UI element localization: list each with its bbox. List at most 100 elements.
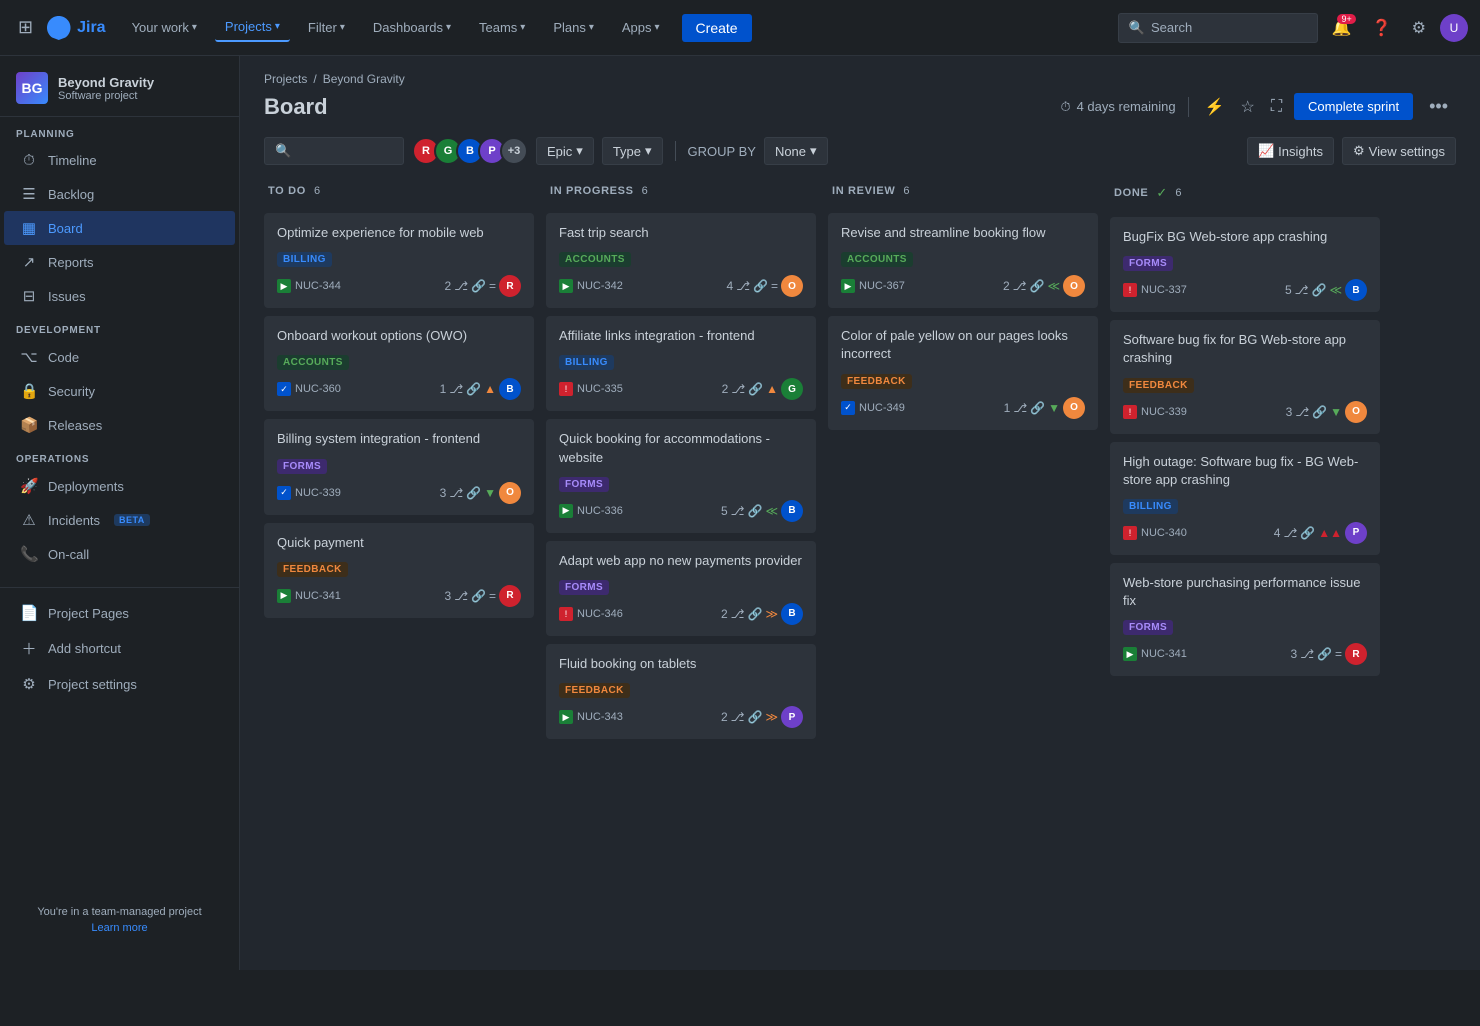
card-num: 2 (721, 710, 728, 724)
sidebar-item-issues[interactable]: ⊟ Issues (4, 279, 235, 313)
groupby-button[interactable]: None ▾ (764, 137, 828, 165)
sidebar-item-reports[interactable]: ↗ Reports (4, 245, 235, 279)
card-id-wrap: ▶ NUC-336 (559, 504, 717, 518)
card-NUC-341[interactable]: Web-store purchasing performance issue f… (1110, 563, 1380, 676)
card-icons-row: 5 ⎇ 🔗 ≪ B (721, 500, 803, 522)
board-column-done: DONE ✓ 6 BugFix BG Web-store app crashin… (1110, 177, 1380, 954)
create-button[interactable]: Create (682, 14, 752, 42)
sidebar-item-code[interactable]: ⌥ Code (4, 340, 235, 374)
card-NUC-339[interactable]: Software bug fix for BG Web-store app cr… (1110, 320, 1380, 433)
nav-apps[interactable]: Apps ▾ (612, 14, 670, 41)
column-count: 6 (903, 185, 909, 197)
card-NUC-367[interactable]: Revise and streamline booking flow ACCOU… (828, 213, 1098, 308)
board-search-input[interactable] (297, 144, 393, 159)
board-search-box[interactable]: 🔍 (264, 137, 404, 165)
card-id: NUC-339 (1141, 406, 1187, 418)
grid-icon[interactable]: ⊞ (12, 11, 39, 44)
card-num: 2 (722, 382, 729, 396)
card-title: Affiliate links integration - frontend (559, 327, 803, 345)
card-type-icon: ! (1123, 526, 1137, 540)
chevron-down-icon: ▾ (655, 22, 660, 33)
card-title: Color of pale yellow on our pages looks … (841, 327, 1085, 363)
card-NUC-343[interactable]: Fluid booking on tablets FEEDBACK ▶ NUC-… (546, 644, 816, 739)
sidebar-item-backlog[interactable]: ☰ Backlog (4, 177, 235, 211)
card-tag: BILLING (559, 355, 614, 370)
card-icons-row: 2 ⎇ 🔗 ≫ P (721, 706, 803, 728)
card-NUC-336[interactable]: Quick booking for accommodations - websi… (546, 419, 816, 532)
priority-icon: = (771, 279, 778, 293)
sidebar-item-project-settings[interactable]: ⚙ Project settings (4, 667, 235, 701)
sidebar-item-add-shortcut[interactable]: ＋ Add shortcut (4, 630, 235, 667)
card-NUC-337[interactable]: BugFix BG Web-store app crashing FORMS !… (1110, 217, 1380, 312)
epic-filter-button[interactable]: Epic ▾ (536, 137, 594, 165)
card-icons-row: 3 ⎇ 🔗 ▼ O (440, 482, 521, 504)
card-NUC-346[interactable]: Adapt web app no new payments provider F… (546, 541, 816, 636)
sidebar-item-on-call[interactable]: 📞 On-call (4, 537, 235, 571)
branch-icon: ⎇ (731, 710, 745, 724)
column-header-inreview: IN REVIEW 6 (828, 177, 1098, 205)
nav-teams[interactable]: Teams ▾ (469, 14, 535, 41)
logo[interactable]: Jira (47, 16, 105, 40)
sidebar-item-security[interactable]: 🔒 Security (4, 374, 235, 408)
insights-button[interactable]: 📈 Insights (1247, 137, 1334, 165)
sidebar-item-project-pages[interactable]: 📄 Project Pages (4, 596, 235, 630)
lightning-icon[interactable]: ⚡ (1201, 93, 1229, 121)
sidebar-item-timeline[interactable]: ⏱ Timeline (4, 144, 235, 177)
card-NUC-342[interactable]: Fast trip search ACCOUNTS ▶ NUC-342 4 ⎇ … (546, 213, 816, 308)
card-NUC-344[interactable]: Optimize experience for mobile web BILLI… (264, 213, 534, 308)
board-column-inprogress: IN PROGRESS 6 Fast trip search ACCOUNTS … (546, 177, 816, 954)
project-info: Beyond Gravity Software project (58, 75, 154, 102)
card-title: Revise and streamline booking flow (841, 224, 1085, 242)
branch-icon: ⎇ (449, 382, 463, 396)
card-NUC-335[interactable]: Affiliate links integration - frontend B… (546, 316, 816, 411)
more-options-button[interactable]: ••• (1421, 92, 1456, 121)
card-num: 5 (1285, 283, 1292, 297)
breadcrumb-project[interactable]: Beyond Gravity (323, 72, 405, 86)
member-avatar-more[interactable]: +3 (500, 137, 528, 165)
sidebar-item-releases[interactable]: 📦 Releases (4, 408, 235, 442)
groupby-label: GROUP BY (688, 144, 756, 159)
help-button[interactable]: ❓ (1366, 12, 1398, 44)
card-id: NUC-360 (295, 383, 341, 395)
nav-dashboards[interactable]: Dashboards ▾ (363, 14, 461, 41)
nav-filter[interactable]: Filter ▾ (298, 14, 355, 41)
card-id: NUC-346 (577, 608, 623, 620)
sidebar-item-incidents[interactable]: ⚠ Incidents BETA (4, 503, 235, 537)
card-tag: BILLING (1123, 499, 1178, 514)
breadcrumb-projects[interactable]: Projects (264, 72, 307, 86)
chevron-down-icon: ▾ (810, 143, 817, 159)
card-NUC-341[interactable]: Quick payment FEEDBACK ▶ NUC-341 3 ⎇ 🔗 =… (264, 523, 534, 618)
column-cards-done: BugFix BG Web-store app crashing FORMS !… (1110, 217, 1380, 954)
card-title: High outage: Software bug fix - BG Web-s… (1123, 453, 1367, 489)
card-title: Quick booking for accommodations - websi… (559, 430, 803, 466)
view-settings-button[interactable]: ⚙ View settings (1342, 137, 1456, 165)
search-box[interactable]: 🔍 Search (1118, 13, 1318, 43)
card-NUC-340[interactable]: High outage: Software bug fix - BG Web-s… (1110, 442, 1380, 555)
link-icon: 🔗 (1030, 401, 1045, 415)
nav-plans[interactable]: Plans ▾ (543, 14, 604, 41)
user-avatar[interactable]: U (1440, 14, 1468, 42)
card-avatar: R (499, 275, 521, 297)
expand-icon[interactable]: ⛶ (1267, 94, 1286, 120)
sidebar-item-deployments[interactable]: 🚀 Deployments (4, 469, 235, 503)
card-type-icon: ▶ (841, 279, 855, 293)
sidebar-item-board[interactable]: ▦ Board (4, 211, 235, 245)
card-type-icon: ▶ (559, 279, 573, 293)
card-type-icon: ✓ (277, 382, 291, 396)
nav-your-work[interactable]: Your work ▾ (122, 14, 207, 41)
type-filter-button[interactable]: Type ▾ (602, 137, 663, 165)
complete-sprint-button[interactable]: Complete sprint (1294, 93, 1413, 120)
sidebar-footer-link[interactable]: Learn more (16, 922, 223, 942)
card-NUC-360[interactable]: Onboard workout options (OWO) ACCOUNTS ✓… (264, 316, 534, 411)
star-icon[interactable]: ☆ (1237, 93, 1259, 121)
nav-projects[interactable]: Projects ▾ (215, 13, 290, 42)
card-id: NUC-336 (577, 505, 623, 517)
notifications-button[interactable]: 🔔 9+ (1326, 12, 1358, 44)
settings-button[interactable]: ⚙ (1406, 12, 1432, 44)
card-NUC-349[interactable]: Color of pale yellow on our pages looks … (828, 316, 1098, 429)
card-icons-row: 5 ⎇ 🔗 ≪ B (1285, 279, 1367, 301)
link-icon: 🔗 (748, 382, 763, 396)
board-title-row: Board ⏱ 4 days remaining ⚡ ☆ ⛶ Complete … (264, 92, 1456, 121)
card-NUC-339[interactable]: Billing system integration - frontend FO… (264, 419, 534, 514)
breadcrumb: Projects / Beyond Gravity (264, 72, 1456, 86)
